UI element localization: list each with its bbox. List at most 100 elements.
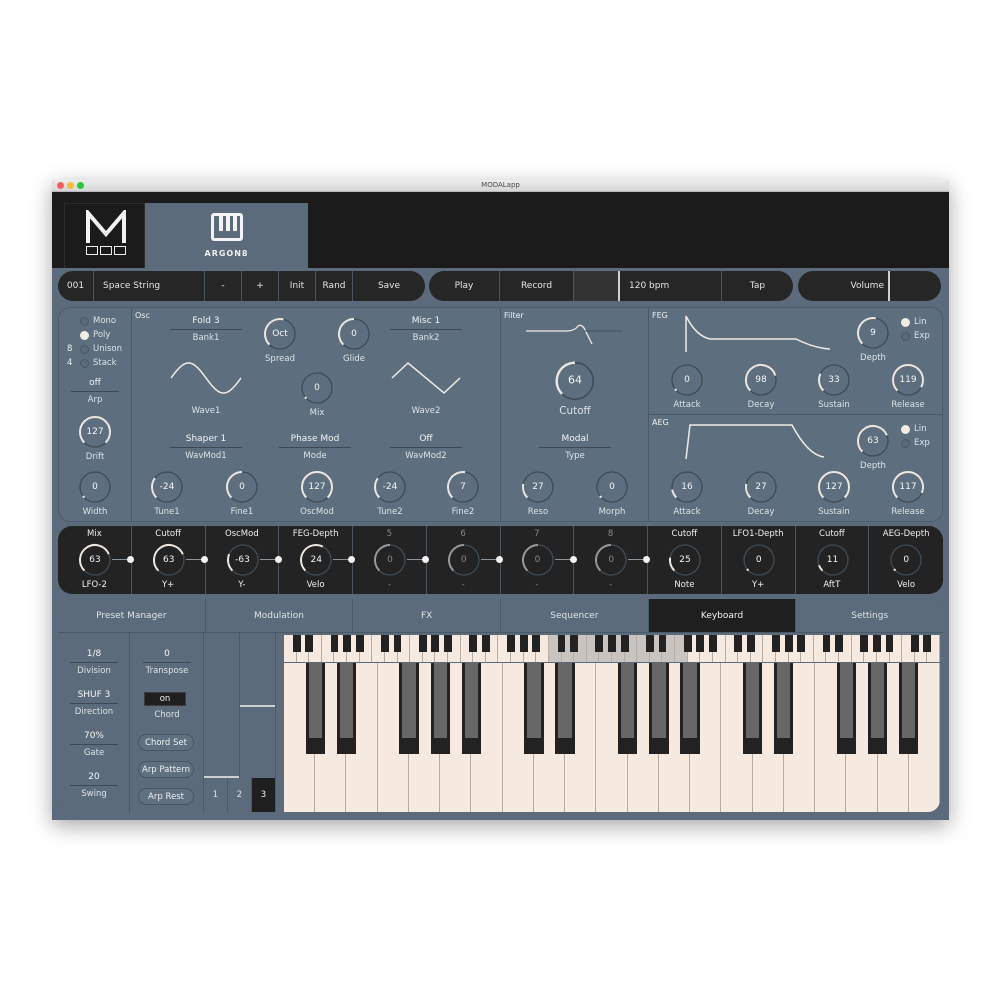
mod-source[interactable]: Note [648, 580, 721, 590]
mod-source[interactable]: LFO-2 [58, 580, 131, 590]
width-knob[interactable]: 0 Width [78, 470, 112, 517]
mod-amount-knob[interactable]: 0 [447, 543, 481, 577]
black-key[interactable] [431, 635, 440, 652]
tab-fx[interactable]: FX [353, 599, 502, 632]
tab-modulation[interactable]: Modulation [206, 599, 354, 632]
mod-target[interactable]: AEG-Depth [869, 529, 943, 539]
black-key[interactable] [649, 663, 669, 754]
black-key[interactable] [658, 635, 667, 652]
keyboard-range-overview[interactable] [284, 635, 940, 662]
black-key[interactable] [885, 635, 894, 652]
aeg-sustain-knob[interactable]: 127 Sustain [817, 470, 851, 517]
voice-mode-unison[interactable]: 8 Unison [67, 344, 122, 354]
black-key[interactable] [595, 635, 604, 652]
wavmod2-selector[interactable]: Off WavMod2 [390, 434, 462, 461]
bank2-selector[interactable]: Misc 1 Bank2 [390, 316, 462, 343]
black-key[interactable] [381, 635, 389, 652]
mod-source[interactable]: - [501, 580, 574, 590]
chord-set-button[interactable]: Chord Set [138, 734, 194, 751]
mod-wheel[interactable] [240, 633, 276, 778]
mod-target[interactable]: 5 [353, 529, 426, 539]
mod-link-node[interactable] [495, 556, 503, 563]
volume-track[interactable] [890, 271, 941, 301]
black-key[interactable] [746, 635, 755, 652]
tab-settings[interactable]: Settings [796, 599, 943, 632]
fine2-knob[interactable]: 7 Fine2 [446, 470, 480, 517]
mod-link-node[interactable] [569, 556, 577, 563]
mod-target[interactable]: Cutoff [648, 529, 721, 539]
black-key[interactable] [620, 635, 629, 652]
init-button[interactable]: Init [279, 271, 316, 301]
arp-selector[interactable]: off Arp [59, 378, 131, 405]
pitch-wheel[interactable] [204, 633, 240, 778]
mod-source[interactable]: Y+ [722, 580, 795, 590]
reso-knob[interactable]: 27 Reso [521, 470, 555, 517]
mod-target[interactable]: FEG-Depth [279, 529, 352, 539]
black-key[interactable] [617, 663, 638, 754]
mod-link-node[interactable] [200, 556, 208, 563]
octave-button-1[interactable]: 1 [204, 778, 228, 812]
mod-amount-knob[interactable]: 0 [889, 543, 923, 577]
piano-keyboard[interactable] [284, 663, 940, 812]
black-key[interactable] [696, 635, 705, 652]
black-key[interactable] [507, 635, 515, 652]
mod-amount-knob[interactable]: 0 [521, 543, 555, 577]
mode-selector[interactable]: Phase Mod Mode [279, 434, 351, 461]
drift-knob[interactable]: 127 Drift [78, 415, 112, 462]
mix-knob[interactable]: 0 Mix [300, 371, 334, 418]
glide-knob[interactable]: 0 Glide [337, 317, 371, 364]
black-key[interactable] [860, 635, 869, 652]
black-key[interactable] [899, 663, 919, 754]
tab-keyboard[interactable]: Keyboard [648, 599, 797, 632]
arp-pattern-button[interactable]: Arp Pattern [138, 761, 194, 778]
black-key[interactable] [608, 635, 616, 652]
mod-target[interactable]: Cutoff [132, 529, 205, 539]
black-key[interactable] [330, 635, 339, 652]
black-key[interactable] [430, 663, 450, 754]
black-key[interactable] [836, 663, 856, 754]
black-key[interactable] [519, 635, 528, 652]
direction-selector[interactable]: SHUF 3 Direction [58, 690, 130, 717]
swing-selector[interactable]: 20 Swing [58, 772, 130, 799]
mod-wheel-handle[interactable] [240, 705, 275, 707]
voice-mode-stack[interactable]: 4 Stack [67, 358, 117, 368]
black-key[interactable] [557, 635, 566, 652]
mod-target[interactable]: 8 [574, 529, 647, 539]
black-key[interactable] [822, 635, 831, 652]
mod-target[interactable]: 6 [427, 529, 500, 539]
division-selector[interactable]: 1/8 Division [58, 649, 130, 676]
black-key[interactable] [343, 635, 351, 652]
feg-decay-knob[interactable]: 98 Decay [744, 363, 778, 410]
tab-sequencer[interactable]: Sequencer [501, 599, 649, 632]
mod-source[interactable]: Velo [869, 580, 943, 590]
feg-attack-knob[interactable]: 0 Attack [670, 363, 704, 410]
arp-rest-button[interactable]: Arp Rest [138, 788, 194, 805]
black-key[interactable] [570, 635, 579, 652]
aeg-curve-lin[interactable]: Lin [901, 424, 926, 434]
mod-link-node[interactable] [274, 556, 282, 563]
modal-logo[interactable] [64, 203, 145, 268]
mod-link-node[interactable] [422, 556, 429, 563]
feg-curve-lin[interactable]: Lin [901, 317, 926, 327]
black-key[interactable] [305, 663, 325, 754]
black-key[interactable] [742, 663, 763, 754]
black-key[interactable] [444, 635, 452, 652]
mod-amount-knob[interactable]: -63 [226, 543, 260, 577]
mod-amount-knob[interactable]: 63 [78, 543, 112, 577]
black-key[interactable] [923, 635, 932, 652]
fine1-knob[interactable]: 0 Fine1 [225, 470, 259, 517]
aeg-attack-knob[interactable]: 16 Attack [670, 470, 704, 517]
mod-source[interactable]: - [574, 580, 647, 590]
black-key[interactable] [481, 635, 490, 652]
mod-amount-knob[interactable]: 0 [742, 543, 776, 577]
aeg-decay-knob[interactable]: 27 Decay [744, 470, 778, 517]
black-key[interactable] [784, 635, 793, 652]
mod-source[interactable]: - [427, 580, 500, 590]
voice-mode-poly[interactable]: Poly [80, 330, 110, 340]
mod-target[interactable]: 7 [501, 529, 574, 539]
black-key[interactable] [524, 663, 544, 754]
mod-amount-knob[interactable]: 11 [816, 543, 850, 577]
mod-target[interactable]: LFO1-Depth [722, 529, 795, 539]
feg-depth-knob[interactable]: 9 Depth [856, 316, 890, 363]
mod-amount-knob[interactable]: 25 [668, 543, 702, 577]
